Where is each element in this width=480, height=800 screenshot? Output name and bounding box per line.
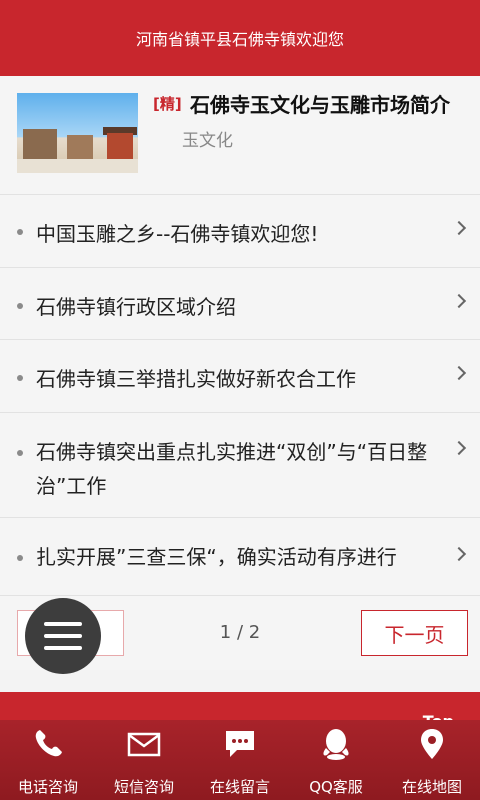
list-item-title: 石佛寺镇行政区域介绍 [36,295,236,319]
nav-sms[interactable]: 短信咨询 [96,720,192,800]
featured-article[interactable]: [精] 石佛寺玉文化与玉雕市场简介 玉文化 [0,76,480,195]
list-item-title: 石佛寺镇三举措扎实做好新农合工作 [36,367,356,391]
featured-thumbnail[interactable] [17,93,138,173]
qq-icon [323,729,349,760]
chevron-right-icon [451,440,467,456]
menu-fab-button[interactable] [25,598,101,674]
list-item[interactable]: 石佛寺镇突出重点扎实推进“双创”与“百日整治”工作 [0,413,480,518]
article-list: 中国玉雕之乡--石佛寺镇欢迎您! 石佛寺镇行政区域介绍 石佛寺镇三举措扎实做好新… [0,195,480,596]
featured-badge: [精] [153,95,182,113]
nav-label: 在线地图 [401,778,462,796]
nav-label: QQ客服 [309,778,363,796]
nav-label: 电话咨询 [17,778,78,796]
header-title: 河南省镇平县石佛寺镇欢迎您 [135,30,344,49]
featured-category: 玉文化 [182,131,233,151]
nav-map[interactable]: 在线地图 [384,720,480,800]
list-item[interactable]: 中国玉雕之乡--石佛寺镇欢迎您! [0,195,480,268]
list-item-title: 中国玉雕之乡--石佛寺镇欢迎您! [36,222,319,246]
map-pin-icon [421,729,443,759]
back-to-top-strip[interactable] [0,692,480,720]
list-item[interactable]: 石佛寺镇三举措扎实做好新农合工作 [0,340,480,413]
phone-icon [35,730,62,757]
bullet-icon [17,450,23,456]
nav-qq[interactable]: QQ客服 [288,720,384,800]
chevron-right-icon [451,293,467,309]
chat-icon [226,731,254,757]
list-item[interactable]: 石佛寺镇行政区域介绍 [0,268,480,340]
chevron-right-icon [451,220,467,236]
hamburger-icon-bar [44,646,82,650]
list-item[interactable]: 扎实开展”三查三保“，确实活动有序进行 [0,518,480,596]
list-item-title: 扎实开展”三查三保“，确实活动有序进行 [36,545,397,569]
nav-label: 短信咨询 [113,778,174,796]
mail-icon [127,732,161,757]
nav-phone[interactable]: 电话咨询 [0,720,96,800]
bullet-icon [17,229,23,235]
bullet-icon [17,303,23,309]
page-indicator: 1 / 2 [219,622,261,643]
chevron-right-icon [451,365,467,381]
bottom-nav: 电话咨询 短信咨询 在线留言 QQ客服 在线地图 [0,720,480,800]
featured-title[interactable]: 石佛寺玉文化与玉雕市场简介 [190,89,450,118]
header-bar: 河南省镇平县石佛寺镇欢迎您 [0,0,480,76]
next-page-button[interactable]: 下一页 [361,610,468,656]
hamburger-icon-bar [44,634,82,638]
nav-message[interactable]: 在线留言 [192,720,288,800]
list-item-title: 石佛寺镇突出重点扎实推进“双创”与“百日整治”工作 [36,440,428,498]
hamburger-icon [44,622,82,626]
bullet-icon [17,555,23,561]
bullet-icon [17,375,23,381]
chevron-right-icon [451,546,467,562]
nav-label: 在线留言 [209,778,270,796]
